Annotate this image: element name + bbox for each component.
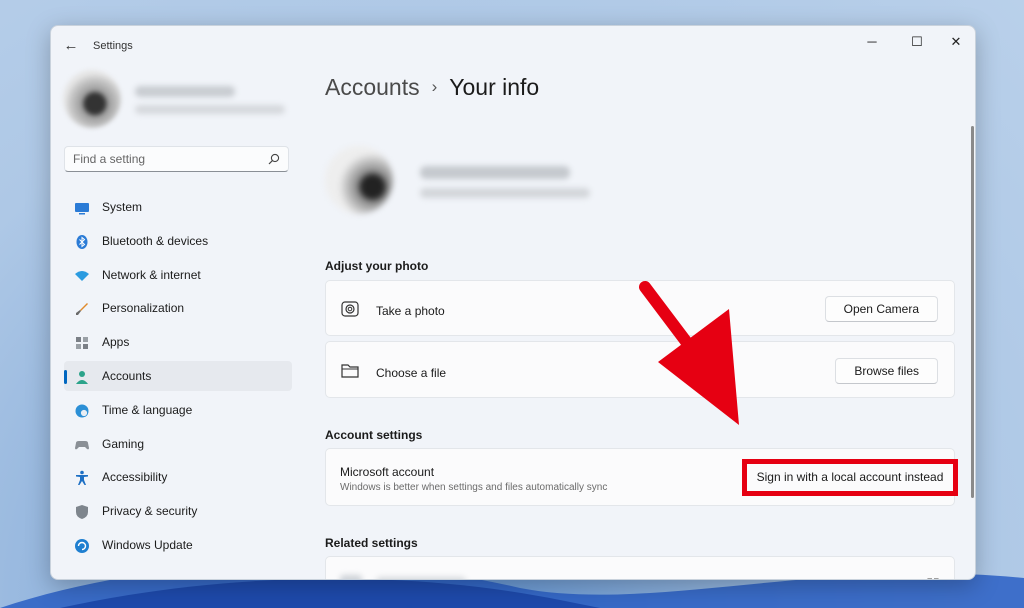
search-box: [64, 146, 289, 172]
sidebar-item-label: Network & internet: [102, 267, 201, 282]
system-icon: [75, 203, 89, 215]
bluetooth-icon: [76, 234, 88, 249]
avatar: [63, 70, 121, 128]
sidebar-item-network[interactable]: Network & internet: [64, 260, 292, 290]
update-icon: [75, 538, 89, 553]
sidebar-item-time-language[interactable]: Time & language: [64, 395, 292, 425]
sidebar-item-label: Apps: [102, 335, 130, 350]
sidebar-item-label: Windows Update: [102, 537, 193, 552]
sidebar-item-label: Personalization: [102, 301, 185, 316]
sidebar-item-personalization[interactable]: Personalization: [64, 293, 292, 323]
microsoft-account-card: Microsoft account Windows is better when…: [325, 448, 958, 506]
camera-icon: [341, 301, 359, 317]
search-icon[interactable]: [268, 153, 280, 165]
active-indicator: [64, 369, 67, 384]
blurred-account-email: [420, 188, 590, 198]
sidebar-item-label: Bluetooth & devices: [102, 233, 209, 248]
globe-clock-icon: [75, 404, 89, 418]
settings-window: ← Settings ─ ☐ ✕ System Bluetooth: [50, 25, 976, 580]
sidebar-item-windows-update[interactable]: Windows Update: [64, 530, 292, 560]
breadcrumb: Accounts › Your info: [325, 74, 539, 101]
browse-files-button[interactable]: Browse files: [835, 358, 938, 384]
sidebar-item-label: Privacy & security: [102, 504, 198, 519]
sidebar-item-privacy[interactable]: Privacy & security: [64, 496, 292, 526]
folder-icon: [341, 364, 359, 378]
open-camera-button[interactable]: Open Camera: [824, 296, 938, 322]
microsoft-account-subtitle: Windows is better when settings and file…: [340, 482, 608, 493]
blurred-related-icon: [340, 575, 362, 579]
take-photo-card: Take a photo Open Camera: [325, 280, 955, 336]
adjust-photo-heading: Adjust your photo: [325, 259, 429, 273]
profile-picture: [325, 146, 393, 214]
blurred-user-name: [135, 86, 235, 97]
blurred-related-label: [376, 577, 466, 579]
take-photo-label: Take a photo: [376, 304, 445, 318]
sidebar-profile[interactable]: [63, 70, 293, 130]
apps-icon: [76, 337, 88, 350]
wifi-icon: [75, 270, 89, 281]
related-settings-heading: Related settings: [325, 536, 418, 550]
sidebar-item-gaming[interactable]: Gaming: [64, 429, 292, 459]
accessibility-icon: [76, 471, 88, 486]
brush-icon: [76, 303, 88, 316]
app-title: Settings: [93, 40, 133, 52]
choose-file-label: Choose a file: [376, 366, 447, 380]
sidebar-item-apps[interactable]: Apps: [64, 327, 292, 357]
minimize-button[interactable]: ─: [854, 30, 890, 54]
choose-file-card: Choose a file Browse files: [325, 341, 955, 398]
external-link-icon: [927, 578, 939, 579]
sidebar-item-bluetooth[interactable]: Bluetooth & devices: [64, 226, 292, 256]
sidebar-item-label: Accounts: [102, 368, 152, 383]
blurred-display-name: [420, 166, 570, 179]
back-arrow-icon[interactable]: ←: [61, 36, 81, 56]
microsoft-account-title: Microsoft account: [340, 465, 435, 479]
close-button[interactable]: ✕: [938, 30, 974, 54]
sidebar-item-label: System: [102, 200, 143, 214]
sidebar-item-accounts[interactable]: Accounts: [64, 360, 292, 391]
sidebar-item-label: Accessibility: [102, 470, 168, 485]
sign-in-local-account-button[interactable]: Sign in with a local account instead: [742, 459, 958, 496]
scrollbar[interactable]: [971, 126, 974, 498]
related-setting-card[interactable]: [325, 556, 955, 579]
search-input[interactable]: [73, 151, 258, 167]
sidebar-item-label: Time & language: [102, 402, 193, 417]
page-title: Your info: [449, 74, 540, 100]
account-settings-heading: Account settings: [325, 428, 423, 442]
sidebar-item-accessibility[interactable]: Accessibility: [64, 462, 292, 492]
sidebar-item-label: Gaming: [102, 436, 145, 451]
person-icon: [76, 370, 88, 384]
main-content: Accounts › Your info Adjust your photo Tak…: [325, 66, 975, 579]
sidebar-nav: System Bluetooth & devices Network & int…: [64, 192, 292, 564]
title-bar: ← Settings ─ ☐ ✕: [51, 26, 975, 66]
maximize-button[interactable]: ☐: [899, 30, 935, 54]
sidebar-item-system[interactable]: System: [64, 192, 292, 222]
shield-icon: [76, 505, 88, 520]
user-info: [325, 146, 625, 216]
gamepad-icon: [75, 440, 89, 449]
breadcrumb-accounts[interactable]: Accounts: [325, 74, 420, 100]
blurred-user-email: [135, 105, 285, 114]
chevron-right-icon: ›: [431, 77, 438, 96]
